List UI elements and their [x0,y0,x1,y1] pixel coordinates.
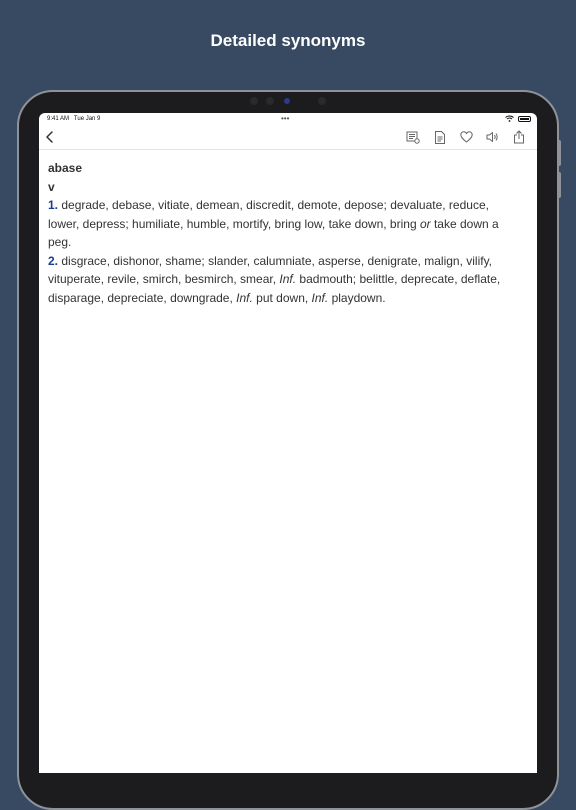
entry-content: abase v 1. degrade, debase, vitiate, dem… [48,155,520,307]
italic-text: or [419,216,431,231]
share-button[interactable] [511,129,527,145]
sense-number: 1. [48,198,59,212]
favorite-button[interactable] [458,129,474,145]
share-icon [514,130,524,144]
app-screen: 9:41 AM Tue Jan 9 ••• abase v 1. degrade… [39,113,537,773]
heart-icon [459,131,473,143]
sense-number: 2. [48,253,59,268]
camera-lens [284,98,290,104]
status-time: 9:41 AM Tue Jan 9 [47,116,100,122]
document-icon [435,130,445,144]
camera-bar [248,94,328,108]
usage-label: Inf. [236,290,253,305]
flashcard-button[interactable] [405,129,421,145]
synonym-text: playdown. [328,290,386,305]
sense-1: 1. degrade, debase, vitiate, demean, dis… [48,196,520,252]
status-date-text: Tue Jan 9 [73,116,101,122]
sensor-dot [318,97,326,105]
status-indicators [505,115,531,122]
toolbar [39,125,537,150]
synonym-text: put down, [252,290,312,305]
part-of-speech: v [48,179,55,194]
multitasking-dots[interactable]: ••• [281,114,289,123]
notes-button[interactable] [432,129,448,145]
wifi-icon [505,115,514,122]
status-bar: 9:41 AM Tue Jan 9 ••• [39,113,537,125]
speaker-icon [486,132,498,142]
pronounce-button[interactable] [484,129,500,145]
usage-label: Inf. [279,272,297,286]
back-button[interactable] [42,129,58,145]
chevron-left-icon [46,131,53,143]
headword: abase [48,161,83,175]
sensor-dot [250,97,258,105]
usage-label: Inf. [311,290,329,305]
headline: Detailed synonyms [210,31,366,50]
battery-icon [518,115,531,122]
status-time-text: 9:41 AM [47,116,70,122]
sense-2: 2. disgrace, dishonor, shame; slander, c… [48,252,520,308]
sensor-dot [266,97,274,105]
flashcard-icon [406,131,420,144]
